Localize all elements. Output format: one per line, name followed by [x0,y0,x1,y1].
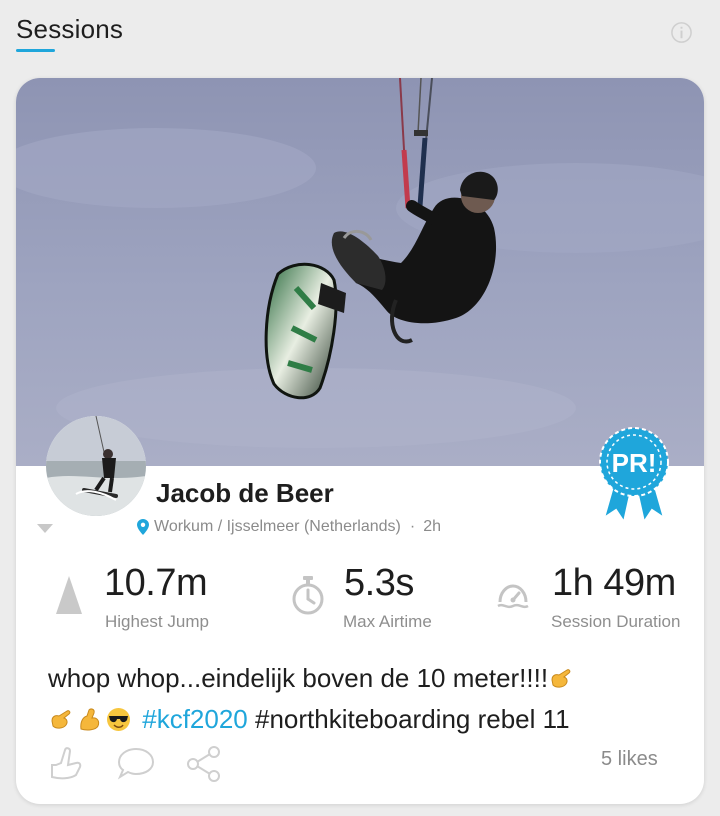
time-ago: 2h [423,518,442,535]
session-duration-icon [497,584,529,609]
header: Sessions [0,0,720,66]
title-underline [16,49,55,52]
max-airtime-label: Max Airtime [343,612,432,631]
stopwatch-icon [292,576,324,615]
jump-triangle-icon [56,576,82,614]
user-name[interactable]: Jacob de Beer [156,478,334,509]
shaka-emoji [551,669,571,688]
location-pin-icon [137,519,149,535]
info-icon[interactable] [670,21,693,44]
chevron-down-icon[interactable] [36,523,54,535]
max-airtime-value: 5.3s [344,562,414,604]
session-photo[interactable] [16,78,704,466]
location-row: Workum / Ijsselmeer (Netherlands) · 2h [137,517,441,537]
highest-jump-value: 10.7m [104,562,208,604]
pr-badge-text: PR! [612,448,657,478]
separator-dot: · [409,518,416,535]
page-title: Sessions [16,14,124,44]
hashtag-link[interactable]: #kcf2020 [142,704,248,734]
location-text[interactable]: Workum / Ijsselmeer (Netherlands) [154,518,401,536]
comment-icon[interactable] [115,745,157,781]
shaka-like-icon[interactable] [48,745,84,781]
session-duration-label: Session Duration [551,612,681,631]
session-duration-value: 1h 49m [552,562,676,604]
caption-text: whop whop...eindelijk boven de 10 meter!… [48,663,549,693]
user-avatar[interactable] [46,416,146,516]
likes-count[interactable]: 5 likes [601,748,658,771]
highest-jump-label: Highest Jump [105,612,209,631]
session-card[interactable]: PR! Jacob de Beer Workum / Ijsselmeer (N… [16,78,704,804]
caption-rest: #northkiteboarding rebel 11 [247,704,570,734]
post-caption: whop whop...eindelijk boven de 10 meter!… [48,658,688,740]
share-icon[interactable] [184,745,224,783]
flexed-biceps-emoji [80,708,100,731]
shaka-emoji [51,710,71,729]
sunglasses-face-emoji [107,708,130,731]
pr-badge: PR! [599,427,669,524]
